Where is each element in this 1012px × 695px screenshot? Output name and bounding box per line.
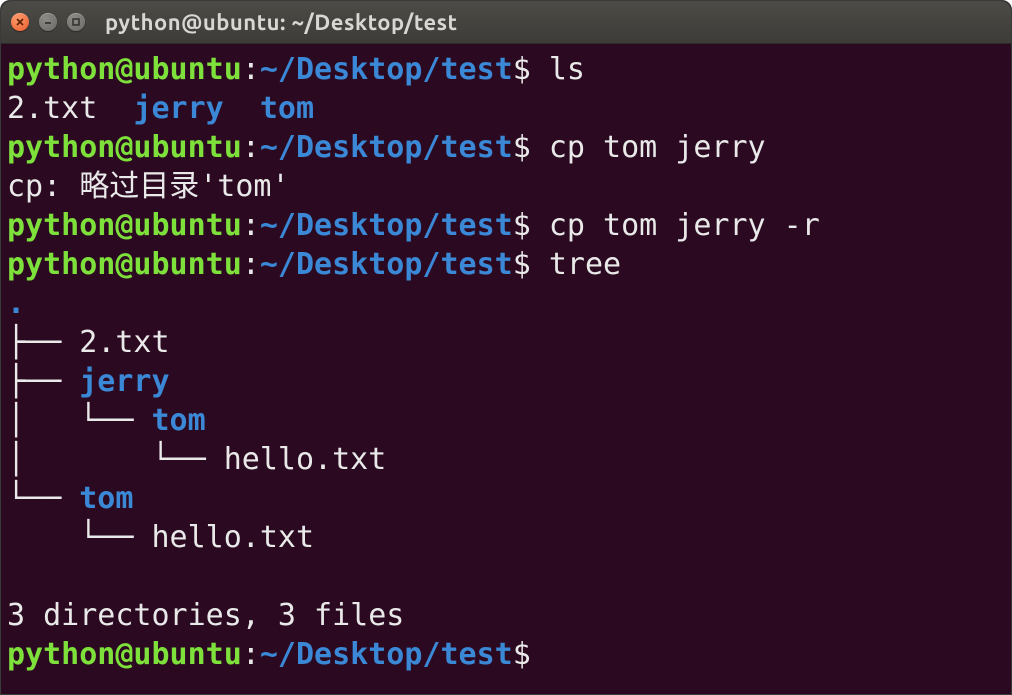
tree-row: │ └── tom [7,403,206,438]
prompt-sigil: $ [513,130,531,165]
tree-file: hello.txt [224,442,387,477]
tree-dir: tom [79,481,133,516]
prompt-path: ~/Desktop/test [260,208,513,243]
tree-file: 2.txt [79,325,169,360]
command-tree: tree [549,247,621,282]
prompt-line: python@ubuntu:~/Desktop/test$ [7,637,531,672]
prompt-sigil: $ [513,52,531,87]
tree-row: ├── jerry [7,364,170,399]
prompt-sigil: $ [513,208,531,243]
prompt-user: python@ubuntu [7,637,242,672]
prompt-colon: : [242,52,260,87]
tree-branch: └── [7,481,79,516]
prompt-user: python@ubuntu [7,130,242,165]
command-cp: cp tom jerry [549,130,766,165]
tree-file: hello.txt [152,520,315,555]
prompt-user: python@ubuntu [7,52,242,87]
prompt-user: python@ubuntu [7,247,242,282]
prompt-colon: : [242,637,260,672]
prompt-sigil: $ [513,247,531,282]
window-title: python@ubuntu: ~/Desktop/test [105,10,458,35]
ls-output: 2.txt jerry tom [7,91,314,126]
ls-dir-tom: tom [260,91,314,126]
prompt-path: ~/Desktop/test [260,247,513,282]
tree-branch: ├── [7,325,79,360]
ls-file: 2.txt [7,91,97,126]
tree-dir: jerry [79,364,169,399]
close-icon[interactable] [11,13,29,31]
terminal-body[interactable]: python@ubuntu:~/Desktop/test$ ls 2.txt j… [1,44,1011,694]
command-cp-r: cp tom jerry -r [549,208,820,243]
prompt-path: ~/Desktop/test [260,130,513,165]
prompt-path: ~/Desktop/test [260,637,513,672]
terminal-window: python@ubuntu: ~/Desktop/test python@ubu… [0,0,1012,695]
tree-row: ├── 2.txt [7,325,170,360]
tree-row: └── hello.txt [7,520,314,555]
prompt-line: python@ubuntu:~/Desktop/test$ cp tom jer… [7,208,820,243]
maximize-icon[interactable] [67,13,85,31]
titlebar[interactable]: python@ubuntu: ~/Desktop/test [1,1,1011,44]
tree-branch: │ └── [7,403,152,438]
tree-root: . [7,286,25,321]
tree-summary: 3 directories, 3 files [7,598,404,633]
minimize-icon[interactable] [39,13,57,31]
cp-error-target: 'tom' [199,169,289,204]
tree-branch: │ └── [7,442,224,477]
prompt-colon: : [242,130,260,165]
tree-row: │ └── hello.txt [7,442,386,477]
command-ls: ls [549,52,585,87]
prompt-line: python@ubuntu:~/Desktop/test$ tree [7,247,621,282]
prompt-user: python@ubuntu [7,208,242,243]
cp-error-line: cp: 略过目录'tom' [7,169,290,204]
cp-error-prefix: cp: 略过目录 [7,169,199,204]
tree-dir: tom [152,403,206,438]
prompt-sigil: $ [513,637,531,672]
prompt-colon: : [242,247,260,282]
ls-dir-jerry: jerry [133,91,223,126]
prompt-line: python@ubuntu:~/Desktop/test$ cp tom jer… [7,130,766,165]
tree-row: └── tom [7,481,133,516]
prompt-line: python@ubuntu:~/Desktop/test$ ls [7,52,585,87]
tree-branch: ├── [7,364,79,399]
prompt-path: ~/Desktop/test [260,52,513,87]
tree-branch: └── [7,520,152,555]
prompt-colon: : [242,208,260,243]
